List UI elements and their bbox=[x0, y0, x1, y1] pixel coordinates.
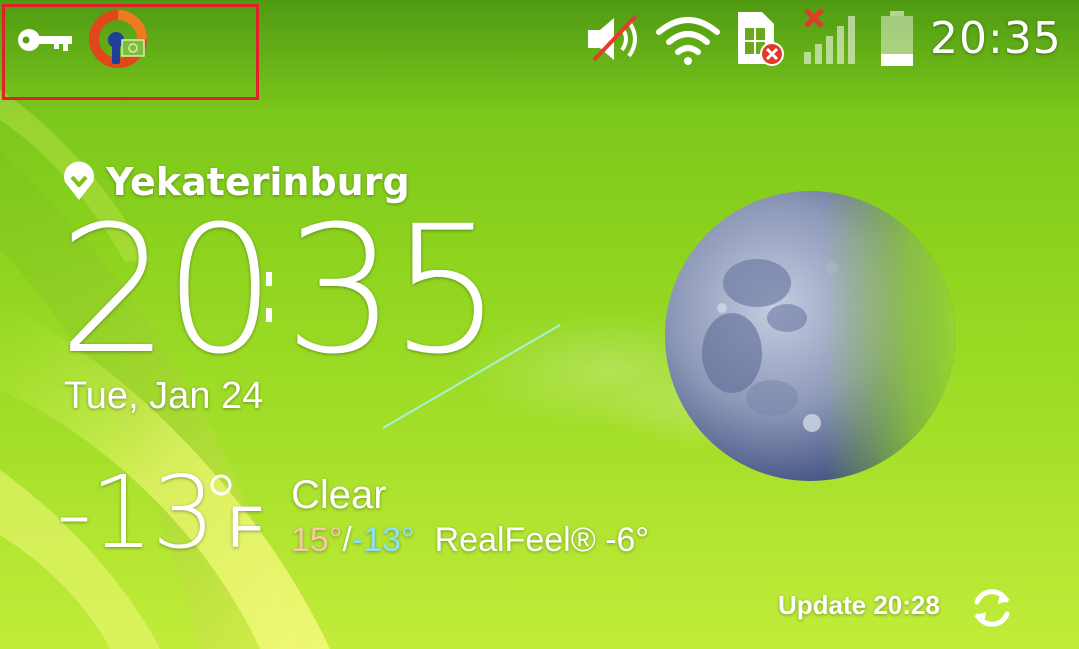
moon-phase-image bbox=[665, 191, 955, 481]
clock-colon bbox=[266, 272, 272, 322]
high-low-row: 15°/-13° RealFeel® -6° bbox=[291, 520, 649, 560]
current-temperature[interactable]: -13 bbox=[56, 458, 215, 568]
sim-error-icon[interactable] bbox=[736, 10, 788, 68]
clock-minutes[interactable]: 35 bbox=[284, 196, 502, 386]
home-screen: 20:35 Yekaterinburg 20 35 Tue, Jan 24 -1… bbox=[0, 0, 1079, 649]
weather-condition: Clear bbox=[291, 473, 387, 517]
realfeel-temperature: RealFeel® -6° bbox=[434, 521, 650, 559]
low-temperature: -13° bbox=[351, 521, 415, 559]
temperature-unit: F bbox=[228, 495, 264, 560]
no-signal-icon[interactable] bbox=[800, 8, 864, 66]
clock-hours[interactable]: 20 bbox=[58, 196, 276, 386]
status-bar-time: 20:35 bbox=[930, 13, 1062, 64]
refresh-icon[interactable] bbox=[968, 584, 1016, 632]
high-low-separator: / bbox=[342, 521, 352, 559]
status-bar: 20:35 bbox=[0, 0, 1079, 100]
highlight-box bbox=[2, 4, 259, 100]
battery-icon[interactable] bbox=[878, 10, 918, 68]
high-temperature: 15° bbox=[291, 521, 343, 559]
last-update-time: Update 20:28 bbox=[778, 590, 940, 620]
wifi-icon[interactable] bbox=[656, 14, 720, 66]
volume-muted-icon[interactable] bbox=[586, 14, 644, 64]
date-text[interactable]: Tue, Jan 24 bbox=[64, 374, 263, 418]
